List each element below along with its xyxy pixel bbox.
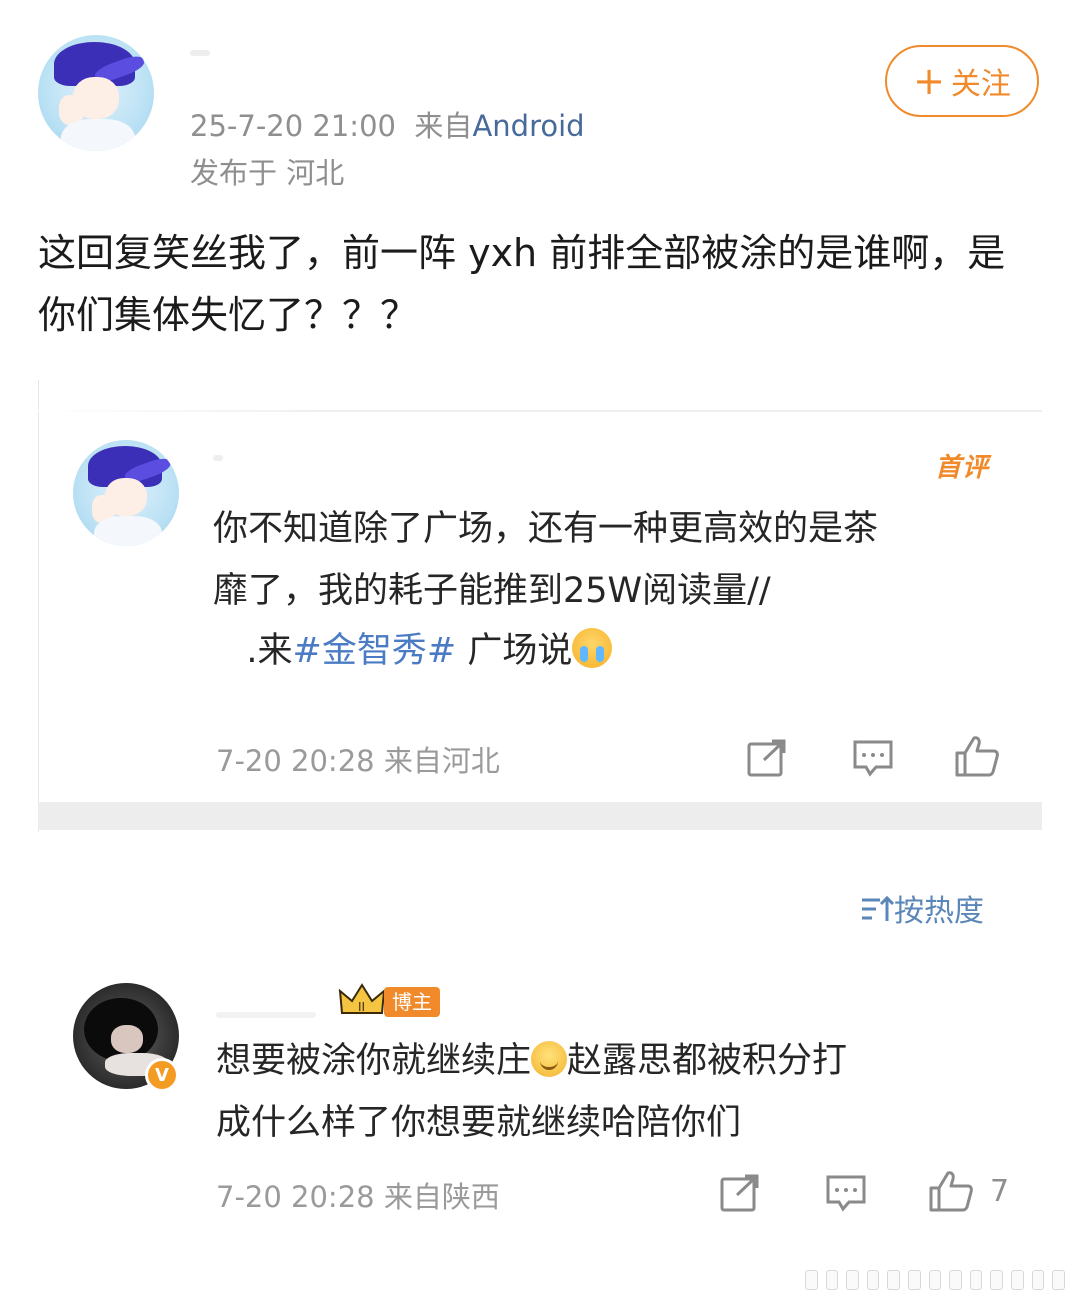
- post-timestamp: 25-7-20 21:00: [190, 109, 396, 143]
- author-badge: 博主: [384, 987, 440, 1017]
- reply-comment-line2: 成什么样了你想要就继续哈陪你们: [216, 1103, 742, 1143]
- like-icon[interactable]: [954, 734, 1000, 778]
- post-author-name[interactable]: [190, 50, 210, 56]
- post-meta: 25-7-20 21:00 来自Android: [190, 103, 585, 145]
- sort-label: 按热度: [894, 894, 984, 929]
- first-comment-badge: 首评: [935, 453, 990, 483]
- quoted-comment-line3: .来#金智秀# 广场说: [213, 620, 613, 682]
- post-author-avatar[interactable]: [38, 35, 154, 151]
- share-icon[interactable]: [719, 1173, 761, 1213]
- crying-emoji-icon: [572, 628, 613, 668]
- post-source[interactable]: Android: [472, 109, 584, 143]
- post-body: 这回复笑丝我了，前一阵 yxh 前排全部被涂的是谁啊，是你们集体失忆了？？？: [38, 231, 1006, 337]
- follow-button[interactable]: + 关注: [885, 45, 1039, 117]
- replier-name[interactable]: [216, 1012, 316, 1018]
- quoted-comment-line3-prefix: .来: [246, 631, 293, 671]
- crown-icon: II: [338, 983, 386, 1017]
- section-divider: [38, 802, 1042, 830]
- plus-icon: +: [913, 59, 945, 103]
- like-count: 7: [990, 1174, 1010, 1209]
- quoted-comment-line3-suffix: 广场说: [456, 631, 573, 671]
- like-icon[interactable]: [928, 1169, 974, 1213]
- quoted-commenter-name[interactable]: [213, 455, 223, 461]
- comment-icon[interactable]: [825, 1173, 867, 1213]
- verified-icon: V: [145, 1058, 179, 1092]
- page-indicator: [805, 1268, 1065, 1292]
- share-icon[interactable]: [746, 738, 788, 778]
- smile-emoji-icon: [531, 1041, 568, 1077]
- sort-by-heat-button[interactable]: 按热度: [860, 886, 984, 931]
- reply-comment-line1: 想要被涂你就继续庄 赵露思都被积分打: [216, 1030, 847, 1092]
- follow-label: 关注: [950, 67, 1011, 102]
- quoted-commenter-avatar[interactable]: [73, 440, 179, 546]
- svg-text:II: II: [358, 1000, 365, 1014]
- post-source-prefix: 来自: [414, 109, 473, 143]
- reply-comment-line1-a: 想要被涂你就继续庄: [216, 1041, 532, 1081]
- reply-comment-line1-b: 赵露思都被积分打: [567, 1041, 848, 1081]
- reply-comment-meta: 7-20 20:28 来自陕西: [216, 1180, 500, 1214]
- quoted-comment-meta: 7-20 20:28 来自河北: [216, 744, 500, 778]
- post-location: 发布于 河北: [190, 156, 345, 190]
- quoted-comment-line2: 靡了，我的耗子能推到25W阅读量//: [213, 571, 771, 611]
- hashtag-link[interactable]: #金智秀#: [293, 631, 457, 671]
- sort-icon: [860, 895, 895, 931]
- quoted-comment-line1: 你不知道除了广场，还有一种更高效的是茶: [213, 509, 879, 549]
- comment-icon[interactable]: [852, 738, 894, 778]
- quote-divider: [38, 410, 1042, 412]
